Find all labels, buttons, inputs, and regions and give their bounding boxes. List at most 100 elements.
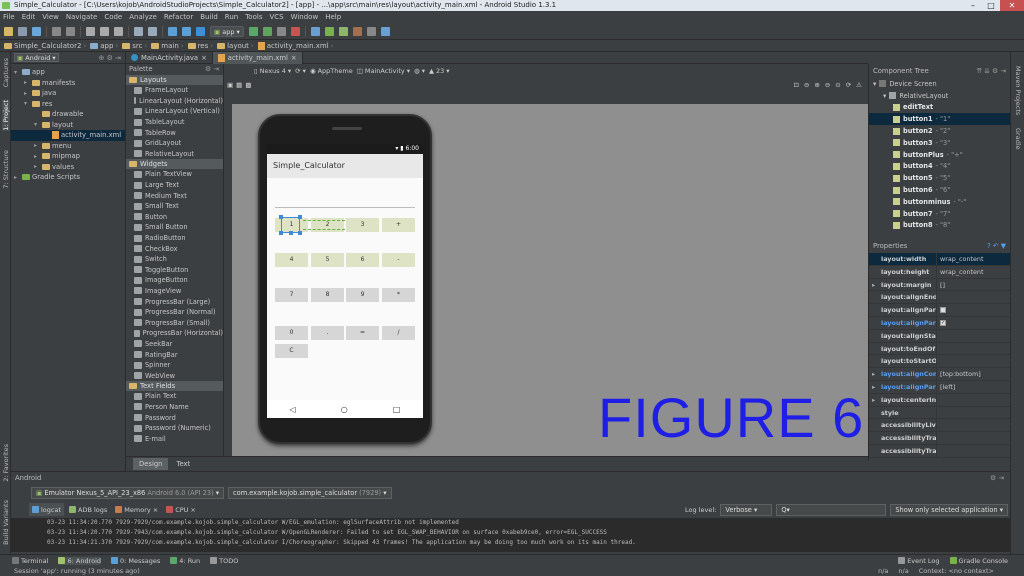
menu-build[interactable]: Build [200,13,218,21]
property-value[interactable] [937,407,1010,419]
component-button5[interactable]: button5- "5" [869,172,1010,184]
calc-button[interactable]: 7 [275,288,308,302]
palette-item[interactable]: Medium Text [126,190,223,201]
favorites-tab[interactable]: 2: Favorites [2,444,10,482]
breadcrumb-item[interactable]: main › [151,42,184,50]
property-value[interactable] [937,304,1010,316]
back-icon[interactable] [168,26,177,36]
property-row[interactable]: layout:toEndOf [869,342,1010,356]
palette-item[interactable]: LinearLayout (Horizontal) [126,96,223,107]
property-value[interactable] [937,419,1010,431]
property-row[interactable]: ▸ layout:alignParent [left] [869,380,1010,394]
tab-android[interactable]: 6: Android [58,556,102,565]
checkbox[interactable] [940,307,946,314]
component-button3[interactable]: button3- "3" [869,137,1010,149]
run-icon[interactable] [248,26,258,36]
tab-messages[interactable]: 0: Messages [111,557,160,565]
zoom-in-icon[interactable]: ⊕ [814,81,819,89]
maximize-button[interactable]: □ [982,0,1000,11]
palette-item[interactable]: Plain Text [126,391,223,402]
palette-item[interactable]: LinearLayout (Vertical) [126,106,223,117]
menu-refactor[interactable]: Refactor [164,13,193,21]
tree-item-manifests[interactable]: ▸ manifests [11,78,125,89]
property-row[interactable]: layout:height wrap_content [869,265,1010,279]
calc-button[interactable]: - [382,253,415,267]
palette-item[interactable]: GridLayout [126,138,223,149]
tab-gradle-console[interactable]: Gradle Console [949,557,1008,565]
log-level-select[interactable]: Verbose ▾ [720,503,773,516]
breadcrumb-item[interactable]: res › [187,42,213,50]
project-tab[interactable]: 1: Project [2,100,10,131]
menu-help[interactable]: Help [325,13,341,21]
menu-navigate[interactable]: Navigate [66,13,97,21]
avd-manager-icon[interactable] [310,26,320,36]
tab-run[interactable]: 4: Run [170,557,200,565]
process-select[interactable]: com.example.kojob.simple_calculator (792… [228,486,392,499]
tab-mainactivity-java[interactable]: MainActivity.java × [126,51,213,64]
property-row[interactable]: layout:toStartOf [869,355,1010,369]
refresh-icon[interactable]: ⟳ [846,81,851,89]
palette-item[interactable]: Person Name [126,402,223,413]
property-row[interactable]: ▸ layout:centerInPare [869,393,1010,407]
minimize-button[interactable]: – [964,0,982,11]
component-buttonminus[interactable]: buttonminus - "-" [869,196,1010,208]
palette-item[interactable]: Spinner [126,360,223,371]
breadcrumb-item[interactable]: layout › [217,42,254,50]
tree-item-mipmap[interactable]: ▸ mipmap [11,151,125,162]
palette-item[interactable]: Password [126,412,223,423]
calc-button[interactable]: = [346,326,379,340]
tree-item-app[interactable]: ▾ app [11,67,125,78]
property-row[interactable]: layout:alignEnd [869,291,1010,305]
property-value[interactable]: [top:bottom] [937,368,1010,380]
palette-item[interactable]: Button [126,212,223,223]
locale-select[interactable]: ◍ ▾ [414,67,425,75]
calc-button[interactable]: 4 [275,253,308,267]
tree-item-values[interactable]: ▸ values [11,162,125,173]
palette-item[interactable]: E-mail [126,433,223,444]
maven-projects-tab[interactable]: Maven Projects [1014,66,1022,115]
menu-window[interactable]: Window [291,13,319,21]
logcat-output[interactable]: 03-23 11:34:20.770 7929-7929/com.example… [11,518,1010,552]
palette-item[interactable]: TableRow [126,127,223,138]
palette-item[interactable]: FrameLayout [126,85,223,96]
tree-expand-icon[interactable]: ▸ [34,142,40,149]
expand-icon[interactable]: ▸ [872,279,875,291]
palette-item[interactable]: ProgressBar (Normal) [126,307,223,318]
log-search-input[interactable]: Q▾ [776,503,887,516]
grid-icon[interactable]: ▦ [236,81,242,89]
tab-event-log[interactable]: Event Log [898,557,940,565]
calc-button[interactable]: 5 [311,253,344,267]
palette-settings-icon[interactable]: ⚙ ⇥ [205,64,219,75]
menu-edit[interactable]: Edit [22,13,36,21]
menu-vcs[interactable]: VCS [269,13,283,21]
tab-text[interactable]: Text [170,458,196,470]
menu-tools[interactable]: Tools [245,13,262,21]
tab-activity_main-xml[interactable]: activity_main.xml × [212,51,303,64]
orientation-select[interactable]: ⟳ ▾ [295,67,306,75]
preview-icon[interactable]: ▩ [245,81,251,89]
tree-item-java[interactable]: ▸ java [11,88,125,99]
android-monitor-icon[interactable] [338,26,348,36]
calc-button[interactable]: / [382,326,415,340]
build-variants-tab[interactable]: Build Variants [2,500,10,545]
palette-item[interactable]: Large Text [126,180,223,191]
property-row[interactable]: ▸ layout:margin [] [869,278,1010,292]
close-icon[interactable]: × [291,54,297,62]
property-value[interactable]: ✓ [937,317,1010,329]
run-config-select[interactable]: ▣ app ▾ [210,25,244,37]
palette-item[interactable]: Password (Numeric) [126,423,223,434]
forward-icon[interactable] [182,26,191,36]
property-row[interactable]: ▸ layout:alignCompor [top:bottom] [869,368,1010,381]
properties-actions-icon[interactable]: ? ↶ ▼ [987,242,1006,250]
palette-item[interactable]: Plain TextView [126,169,223,180]
activity-select[interactable]: ◫ MainActivity ▾ [357,67,410,75]
palette-item[interactable]: SeekBar [126,339,223,350]
stop-icon[interactable] [290,26,300,36]
tree-expand-icon[interactable]: ▸ [24,79,30,86]
menu-file[interactable]: File [3,13,15,21]
project-view-select[interactable]: ▣ Android ▾ [14,53,59,62]
undo-icon[interactable] [52,26,61,36]
sdk-manager-icon[interactable] [324,26,334,36]
open-icon[interactable] [4,26,13,36]
zoom-actual-icon[interactable]: ⊖ [804,81,809,89]
